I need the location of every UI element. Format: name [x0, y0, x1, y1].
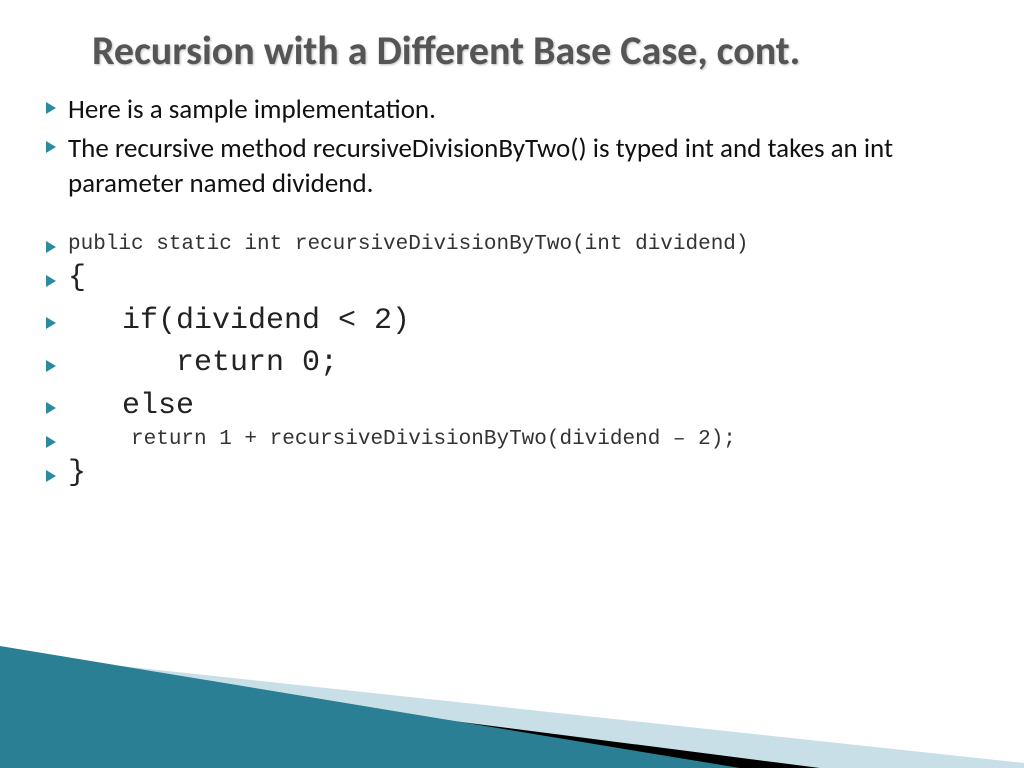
bullet-arrow-icon: [40, 313, 62, 329]
code-text: {: [62, 258, 86, 299]
code-line: return 0;: [40, 343, 964, 384]
code-text: }: [62, 453, 86, 494]
slide-title: Recursion with a Different Base Case, co…: [0, 0, 1024, 74]
bullet-text: Here is a sample implementation.: [62, 92, 436, 127]
code-text: public static int recursiveDivisionByTwo…: [62, 233, 749, 256]
code-text: if(dividend < 2): [62, 301, 410, 342]
bullet-arrow-icon: [40, 131, 62, 153]
slide-content: Here is a sample implementation. The rec…: [0, 74, 1024, 494]
bullet-item: Here is a sample implementation.: [40, 92, 964, 127]
bullet-text: The recursive method recursiveDivisionBy…: [62, 131, 964, 201]
code-line: return 1 + recursiveDivisionByTwo(divide…: [40, 428, 964, 451]
bullet-arrow-icon: [40, 432, 62, 448]
bullet-arrow-icon: [40, 271, 62, 287]
code-line: public static int recursiveDivisionByTwo…: [40, 233, 964, 256]
code-line: }: [40, 453, 964, 494]
code-line: else: [40, 386, 964, 427]
bullet-arrow-icon: [40, 356, 62, 372]
bullet-arrow-icon: [40, 466, 62, 482]
slide-decor-triangle: [0, 588, 1024, 768]
code-line: {: [40, 258, 964, 299]
bullet-arrow-icon: [40, 237, 62, 253]
bullet-item: The recursive method recursiveDivisionBy…: [40, 131, 964, 201]
code-line: if(dividend < 2): [40, 301, 964, 342]
code-text: return 1 + recursiveDivisionByTwo(divide…: [62, 428, 736, 451]
bullet-arrow-icon: [40, 92, 62, 114]
bullet-arrow-icon: [40, 398, 62, 414]
code-text: return 0;: [62, 343, 338, 384]
code-text: else: [62, 386, 194, 427]
code-block: public static int recursiveDivisionByTwo…: [40, 205, 964, 494]
